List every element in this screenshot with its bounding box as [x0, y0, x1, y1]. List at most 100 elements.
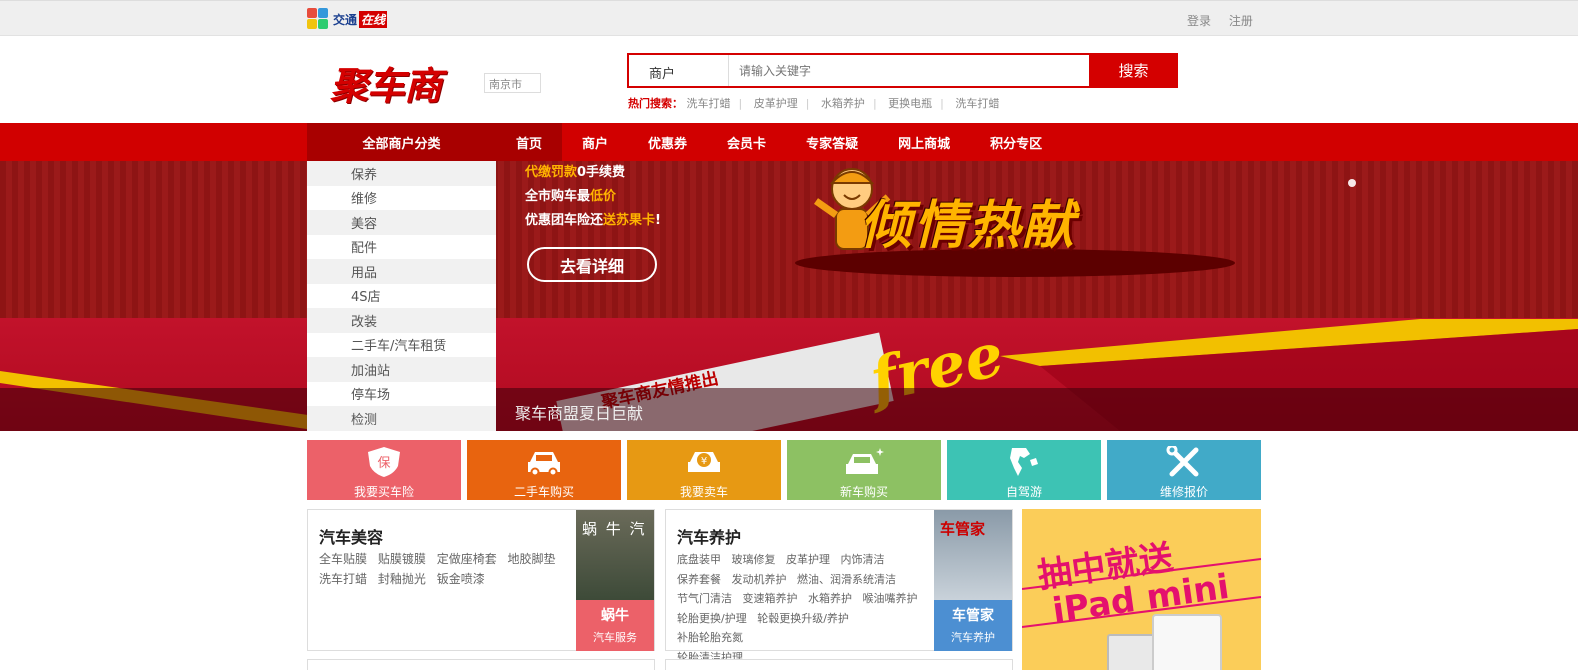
- wrench-icon: [1166, 446, 1199, 477]
- service-tag[interactable]: 封釉抛光: [378, 572, 426, 586]
- tile-label: 我要买车险: [353, 485, 414, 499]
- top-bar: 交通 在线 登录 注册: [0, 0, 1578, 36]
- main-nav: 全部商户分类 首页 商户 优惠券 会员卡 专家答疑 网上商城 积分专区: [0, 123, 1578, 161]
- all-categories-button[interactable]: 全部商户分类: [307, 123, 496, 161]
- nav-item-online-mall[interactable]: 网上商城: [878, 123, 970, 161]
- panel-next-row: [307, 659, 655, 670]
- shop-badge[interactable]: 车管家 汽车养护: [934, 600, 1012, 651]
- city-selector[interactable]: 南京市: [484, 73, 541, 93]
- nav-item-points[interactable]: 积分专区: [970, 123, 1062, 161]
- shield-icon: 保: [368, 447, 400, 477]
- tile-repair-quote[interactable]: 维修报价: [1107, 440, 1261, 500]
- service-tag[interactable]: 内饰清洁: [841, 553, 885, 566]
- category-item-4s-store[interactable]: 4S店: [307, 284, 496, 309]
- tile-new-car[interactable]: 新车购买: [787, 440, 941, 500]
- nav-item-membership[interactable]: 会员卡: [707, 123, 786, 161]
- promo-text: !: [655, 213, 661, 228]
- category-item-repair[interactable]: 维修: [307, 186, 496, 211]
- hot-keyword[interactable]: 水箱养护: [821, 97, 865, 110]
- service-tag[interactable]: 皮革护理: [786, 553, 830, 566]
- tile-label: 二手车购买: [513, 485, 574, 499]
- service-tag[interactable]: 发动机养护: [732, 573, 787, 586]
- category-item-parts[interactable]: 配件: [307, 235, 496, 260]
- promo-text: 全市购车最: [525, 189, 591, 204]
- category-item-modification[interactable]: 改装: [307, 308, 496, 333]
- new-car-icon: [846, 448, 884, 474]
- service-tag[interactable]: 玻璃修复: [732, 553, 776, 566]
- service-tiles: 保 我要买车险 二手车购买 ¥ 我要卖车 新车购买 自驾游 维修报价: [307, 440, 1261, 500]
- login-link[interactable]: 登录: [1187, 14, 1211, 28]
- shop-photo[interactable]: 车管家: [934, 510, 1012, 600]
- panel-title[interactable]: 汽车养护: [677, 524, 741, 548]
- hot-keyword[interactable]: 皮革护理: [754, 97, 798, 110]
- service-tag[interactable]: 补胎轮胎充氮: [677, 631, 743, 644]
- tile-buy-insurance[interactable]: 保 我要买车险: [307, 440, 461, 500]
- service-tag[interactable]: 全车贴膜: [319, 552, 367, 566]
- hero-banner[interactable]: 聚车商友情推出 free 聚车商盟夏日巨献 代缴罚款0手续费 全市购车最低价 优…: [0, 161, 1578, 431]
- divider: |: [738, 97, 743, 110]
- promo-highlight: 代缴罚款: [525, 165, 578, 180]
- service-tag[interactable]: 保养套餐: [677, 573, 721, 586]
- tile-used-car[interactable]: 二手车购买: [467, 440, 621, 500]
- nav-item-home[interactable]: 首页: [496, 123, 563, 161]
- service-tag[interactable]: 水箱养护: [808, 592, 852, 605]
- category-item-gas-station[interactable]: 加油站: [307, 357, 496, 382]
- category-item-supplies[interactable]: 用品: [307, 259, 496, 284]
- category-item-maintenance[interactable]: 保养: [307, 161, 496, 186]
- service-tag[interactable]: 节气门清洁: [677, 592, 732, 605]
- svg-text:保: 保: [377, 456, 390, 471]
- promo-banner[interactable]: 抽中就送 iPad mini: [1022, 509, 1261, 670]
- shop-name: 蜗牛: [601, 608, 629, 624]
- svg-text:¥: ¥: [701, 456, 707, 467]
- nav-items: 首页 商户 优惠券 会员卡 专家答疑 网上商城 积分专区: [496, 123, 1062, 161]
- service-tag[interactable]: 洗车打蜡: [319, 572, 367, 586]
- category-item-parking[interactable]: 停车场: [307, 382, 496, 407]
- search-input[interactable]: [729, 55, 1089, 86]
- search-button[interactable]: 搜索: [1089, 53, 1178, 88]
- service-tag[interactable]: 定做座椅套: [437, 552, 497, 566]
- logo-cube-icon: [307, 8, 329, 30]
- shop-badge[interactable]: 蜗牛 汽车服务: [576, 600, 654, 651]
- hot-keyword[interactable]: 更换电瓶: [888, 97, 932, 110]
- nav-item-expert-qa[interactable]: 专家答疑: [786, 123, 878, 161]
- nav-item-coupons[interactable]: 优惠券: [628, 123, 707, 161]
- service-tag[interactable]: 喉油嘴养护: [863, 592, 918, 605]
- brand-logo[interactable]: 聚车商: [330, 55, 442, 110]
- service-tag[interactable]: 轮胎更换/护理: [677, 612, 747, 625]
- hot-keyword[interactable]: 洗车打蜡: [955, 97, 999, 110]
- service-tag[interactable]: 地胶脚垫: [508, 552, 556, 566]
- tile-label: 自驾游: [1005, 485, 1042, 499]
- service-tag[interactable]: 变速箱养护: [743, 592, 798, 605]
- service-tag[interactable]: 轮毂更换升级/养护: [757, 612, 849, 625]
- service-tag[interactable]: 燃油、润滑系统清洁: [797, 573, 896, 586]
- service-tag[interactable]: 贴膜镀膜: [378, 552, 426, 566]
- banner-headline: 倾情热献: [860, 195, 1077, 256]
- banner-caption[interactable]: 聚车商盟夏日巨献: [515, 400, 643, 424]
- car-icon: [528, 452, 560, 477]
- category-item-used-car-rental[interactable]: 二手车/汽车租赁: [307, 333, 496, 358]
- hot-search-label: 热门搜索：: [628, 97, 683, 110]
- panel-tags: 全车贴膜 贴膜镀膜 定做座椅套 地胶脚垫 洗车打蜡 封釉抛光 钣金喷漆: [319, 550, 569, 589]
- divider: |: [805, 97, 810, 110]
- banner-promo-lines: 代缴罚款0手续费 全市购车最低价 优惠团车险还送苏果卡!: [525, 161, 661, 233]
- hot-keyword[interactable]: 洗车打蜡: [687, 97, 731, 110]
- category-item-inspection[interactable]: 检测: [307, 406, 496, 431]
- banner-caption-bar: [0, 388, 1578, 431]
- map-icon: [1010, 448, 1038, 476]
- service-tag[interactable]: 钣金喷漆: [437, 572, 485, 586]
- panel-car-beauty: 汽车美容 全车贴膜 贴膜镀膜 定做座椅套 地胶脚垫 洗车打蜡 封釉抛光 钣金喷漆…: [307, 509, 655, 651]
- promo-highlight: 低价: [590, 189, 617, 204]
- tile-self-drive-tour[interactable]: 自驾游: [947, 440, 1101, 500]
- search-bar: 商户 搜索: [627, 53, 1178, 88]
- tile-sell-car[interactable]: ¥ 我要卖车: [627, 440, 781, 500]
- category-item-beauty[interactable]: 美容: [307, 210, 496, 235]
- site-logo[interactable]: 交通 在线: [307, 8, 388, 30]
- register-link[interactable]: 注册: [1229, 14, 1253, 28]
- search-category-select[interactable]: 商户: [629, 55, 729, 86]
- panel-title[interactable]: 汽车美容: [319, 524, 383, 548]
- service-tag[interactable]: 底盘装甲: [677, 553, 721, 566]
- shop-name: 车管家: [952, 608, 994, 624]
- view-details-button[interactable]: 去看详细: [527, 247, 657, 282]
- shop-photo[interactable]: 蜗 牛 汽: [576, 510, 654, 600]
- nav-item-merchants[interactable]: 商户: [562, 123, 628, 161]
